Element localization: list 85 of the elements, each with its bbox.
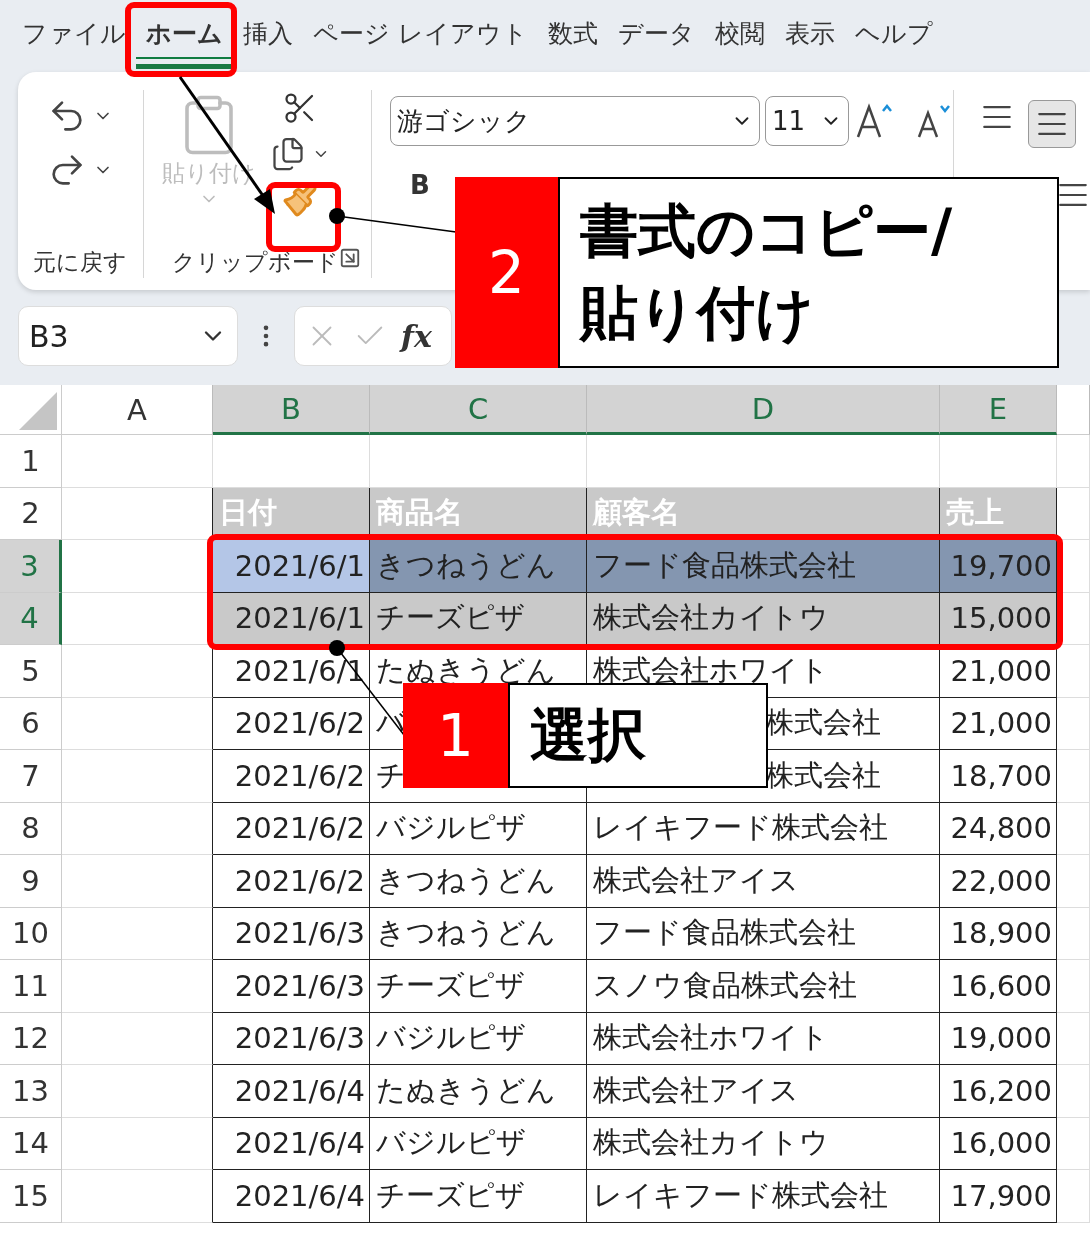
table-cell: 株式会社アイス [587, 1065, 940, 1118]
align-icon[interactable] [1028, 100, 1076, 148]
column-header[interactable]: B [213, 385, 370, 435]
table-cell: 19,700 [940, 540, 1057, 593]
table-cell: 15,000 [940, 592, 1057, 645]
row-header[interactable]: 7 [0, 750, 62, 803]
table-cell: フード食品株式会社 [587, 540, 940, 593]
table-cell: フード食品株式会社 [587, 907, 940, 960]
column-header[interactable]: D [587, 385, 940, 435]
table-cell: 24,800 [940, 802, 1057, 855]
table-cell: 2021/6/4 [213, 1117, 370, 1170]
table-cell: バジルピザ [370, 1012, 587, 1065]
column-header[interactable]: C [370, 385, 587, 435]
table-cell: 株式会社カイトウ [587, 1117, 940, 1170]
row-header[interactable]: 5 [0, 645, 62, 698]
ribbon-tab[interactable]: 挿入 [233, 3, 303, 69]
callout-text: 書式のコピー/ 貼り付け [558, 177, 1059, 368]
ribbon-tab[interactable]: ページ レイアウト [303, 3, 538, 69]
table-cell: 2021/6/2 [213, 802, 370, 855]
table-cell: 2021/6/4 [213, 1065, 370, 1118]
row-header[interactable]: 1 [0, 435, 62, 488]
table-cell: チーズピザ [370, 592, 587, 645]
ribbon-tab[interactable]: ホーム [136, 3, 233, 69]
table-cell: きつねうどん [370, 907, 587, 960]
table-cell: 2021/6/2 [213, 697, 370, 750]
row-header[interactable]: 2 [0, 487, 62, 540]
table-cell: 17,900 [940, 1170, 1057, 1223]
column-header[interactable]: E [940, 385, 1057, 435]
ribbon-tab[interactable]: ファイル [12, 3, 136, 69]
table-cell: チーズピザ [370, 960, 587, 1013]
table-cell: 16,600 [940, 960, 1057, 1013]
ribbon-tab[interactable]: ヘルプ [844, 3, 943, 69]
ribbon-tab[interactable]: 校閲 [704, 3, 775, 69]
table-cell: チーズピザ [370, 1170, 587, 1223]
row-header[interactable]: 14 [0, 1117, 62, 1170]
table-cell: 22,000 [940, 855, 1057, 908]
ribbon-tab[interactable]: 数式 [537, 3, 608, 69]
table-cell: レイキフード株式会社 [587, 802, 940, 855]
table-cell: バジルピザ [370, 802, 587, 855]
group-label: クリップボード [171, 248, 339, 277]
group-label: 元に戻す [32, 248, 129, 277]
table-cell: きつねうどん [370, 540, 587, 593]
table-cell: バジルピザ [370, 1117, 587, 1170]
row-header[interactable]: 8 [0, 802, 62, 855]
bold-button[interactable]: B [409, 170, 430, 200]
table-cell: 16,200 [940, 1065, 1057, 1118]
table-cell: 2021/6/4 [213, 1170, 370, 1223]
launcher-icon[interactable] [338, 247, 361, 269]
table-cell: 2021/6/1 [213, 540, 370, 593]
insert-function-button[interactable]: fx [401, 318, 432, 354]
table-cell: 16,000 [940, 1117, 1057, 1170]
table-cell: たぬきうどん [370, 1065, 587, 1118]
row-header[interactable]: 11 [0, 960, 62, 1013]
row-header[interactable]: 9 [0, 855, 62, 908]
table-cell: 2021/6/2 [213, 855, 370, 908]
ribbon-tab[interactable]: 表示 [774, 3, 845, 69]
table-cell: 2021/6/1 [213, 592, 370, 645]
table-cell: 2021/6/3 [213, 960, 370, 1013]
table-cell: 18,700 [940, 750, 1057, 803]
step-number: 1 [403, 683, 508, 788]
font-name-dropdown[interactable]: 游ゴシック [389, 96, 760, 146]
table-cell: 株式会社アイス [587, 855, 940, 908]
row-header[interactable]: 13 [0, 1065, 62, 1118]
table-cell: 2021/6/3 [213, 1012, 370, 1065]
font-size-dropdown[interactable]: 11 [764, 96, 849, 146]
ribbon-tab[interactable]: データ [607, 3, 705, 69]
table-cell: 株式会社カイトウ [587, 592, 940, 645]
table-cell: スノウ食品株式会社 [587, 960, 940, 1013]
table-cell: 18,900 [940, 907, 1057, 960]
row-header[interactable]: 4 [0, 592, 62, 645]
table-cell: 2021/6/2 [213, 750, 370, 803]
table-cell: 19,000 [940, 1012, 1057, 1065]
table-cell: 2021/6/3 [213, 907, 370, 960]
row-header[interactable]: 6 [0, 697, 62, 750]
row-header[interactable]: 15 [0, 1170, 62, 1223]
table-cell: きつねうどん [370, 855, 587, 908]
row-header[interactable]: 3 [0, 540, 62, 593]
name-box[interactable]: B3 [18, 306, 238, 366]
column-header[interactable]: A [62, 385, 213, 435]
step-number: 2 [455, 177, 558, 368]
row-header[interactable]: 10 [0, 907, 62, 960]
table-cell: 株式会社ホワイト [587, 1012, 940, 1065]
table-cell: レイキフード株式会社 [587, 1170, 940, 1223]
table-cell: 21,000 [940, 697, 1057, 750]
row-header[interactable]: 12 [0, 1012, 62, 1065]
